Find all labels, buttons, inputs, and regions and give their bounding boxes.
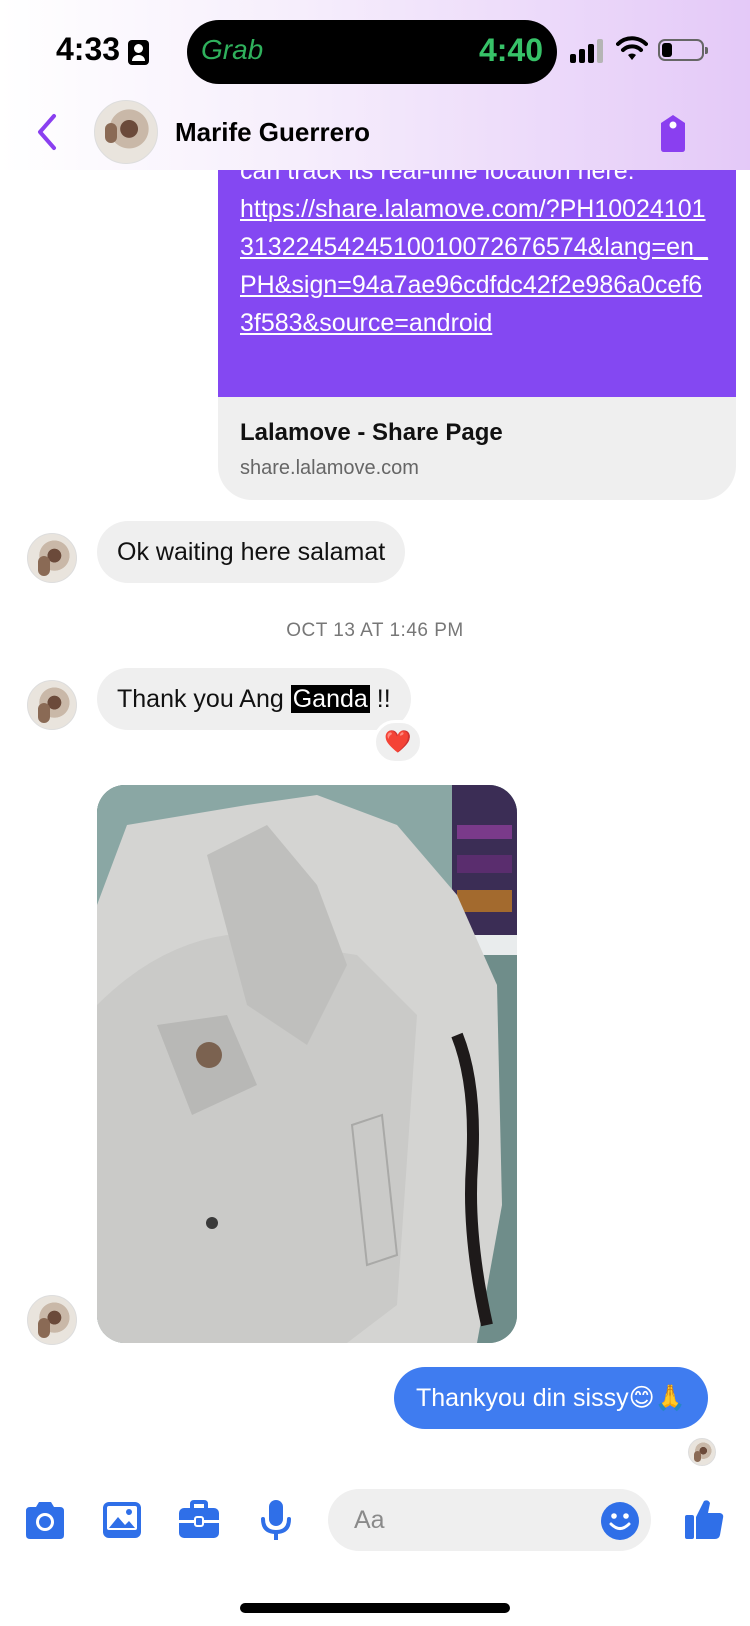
thumbs-up-icon[interactable]: [683, 1497, 725, 1541]
tag-icon[interactable]: [655, 113, 691, 153]
outgoing-message-text: Thankyou din sissy😊🙏: [416, 1384, 686, 1412]
incoming-message-2[interactable]: Thank you Ang Ganda !!: [97, 668, 411, 730]
contact-avatar[interactable]: [94, 100, 158, 164]
dynamic-island[interactable]: Grab 4:40: [187, 20, 557, 84]
briefcase-icon[interactable]: [176, 1497, 222, 1543]
wifi-icon: [616, 36, 648, 60]
message-timestamp: OCT 13 AT 1:46 PM: [286, 620, 464, 641]
link-preview-title: Lalamove - Share Page: [240, 419, 503, 446]
sender-avatar[interactable]: [27, 680, 77, 730]
status-time: 4:33: [56, 31, 121, 67]
chat-header: 4:33 Grab 4:40 Marife Guerrero: [0, 0, 750, 170]
read-receipt-avatar: [688, 1438, 716, 1466]
back-chevron-icon[interactable]: [32, 112, 62, 152]
outgoing-message[interactable]: Thankyou din sissy😊🙏: [394, 1367, 708, 1429]
island-eta-time: 4:40: [478, 32, 543, 68]
highlighted-word: Ganda: [290, 685, 370, 713]
grab-logo: Grab: [201, 34, 264, 65]
incoming-message-1-text: Ok waiting here salamat: [117, 538, 386, 566]
incoming-message-2-text-start: Thank you Ang: [117, 685, 291, 713]
contact-card-icon: [128, 40, 149, 65]
link-share-message[interactable]: can track its real-time location here: h…: [218, 150, 736, 500]
sender-avatar[interactable]: [27, 533, 77, 583]
gallery-icon[interactable]: [99, 1497, 145, 1543]
contact-name[interactable]: Marife Guerrero: [175, 117, 370, 148]
coat-photo[interactable]: [97, 785, 517, 1343]
incoming-message-1[interactable]: Ok waiting here salamat: [97, 521, 406, 583]
camera-icon[interactable]: [22, 1497, 68, 1543]
link-message-body: can track its real-time location here: h…: [218, 150, 736, 397]
coat-photo-illustration: [97, 785, 517, 1343]
home-indicator: [240, 1603, 510, 1613]
heart-reaction[interactable]: ❤️: [373, 720, 423, 764]
link-preview-card[interactable]: Lalamove - Share Page share.lalamove.com: [218, 397, 736, 480]
message-input[interactable]: [354, 1489, 584, 1551]
microphone-icon[interactable]: [253, 1497, 299, 1543]
emoji-icon[interactable]: [600, 1501, 640, 1541]
battery-icon: [658, 39, 708, 61]
sender-avatar[interactable]: [27, 1295, 77, 1345]
cellular-signal-icon: [570, 37, 606, 63]
incoming-message-2-text-end: !!: [369, 685, 391, 713]
lalamove-share-link[interactable]: https://share.lalamove.com/?PH1002410131…: [240, 195, 708, 337]
link-preview-domain: share.lalamove.com: [240, 457, 419, 479]
heart-reaction-emoji: ❤️: [384, 729, 412, 754]
